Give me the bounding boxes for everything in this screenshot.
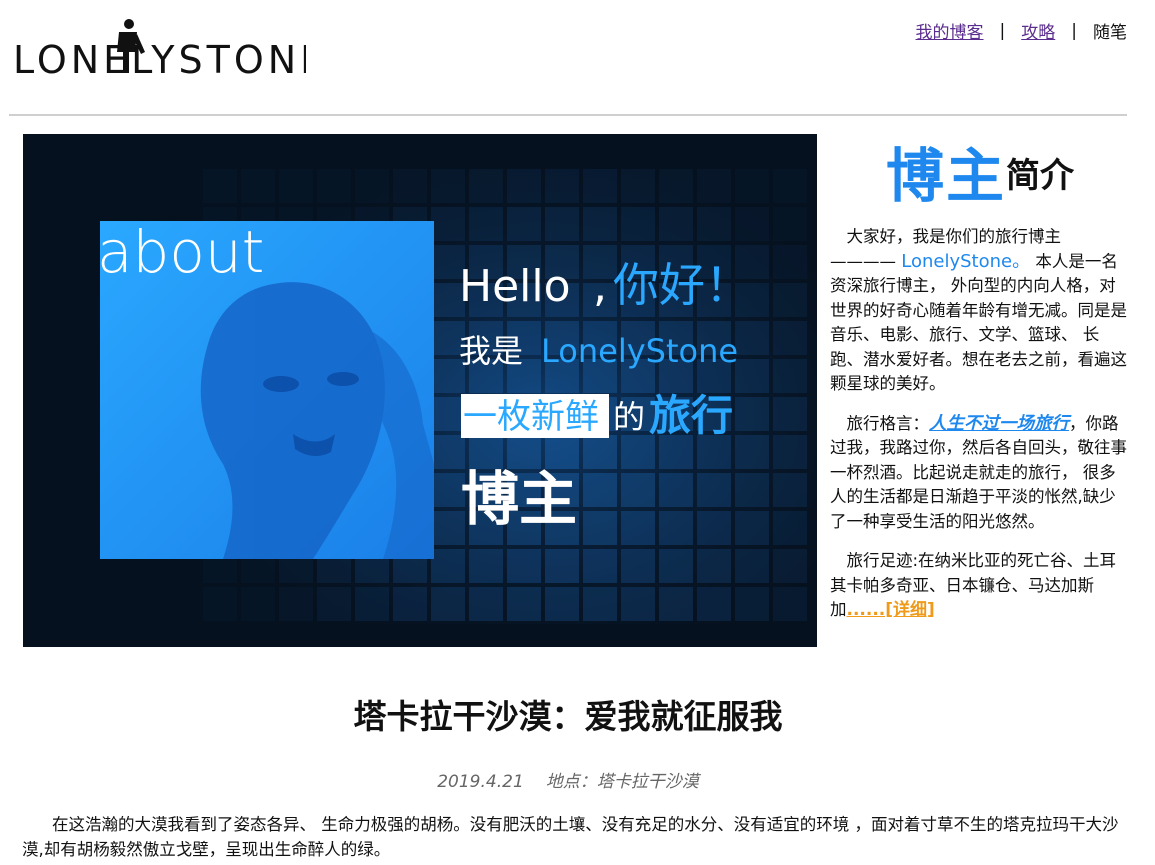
banner-graphic: about Hello , 你好！ 我是 LonelyStone 一枚新鲜 的 … [23, 134, 817, 647]
header-divider [9, 114, 1127, 116]
top-nav: 我的博客 | 攻略 | 随笔 [916, 18, 1127, 44]
article-meta: 2019.4.21 地点：塔卡拉干沙漠 [0, 767, 1136, 792]
about-banner: about Hello , 你好！ 我是 LonelyStone 一枚新鲜 的 … [23, 134, 817, 647]
motto-paragraph: 旅行格言：人生不过一场旅行，你路过我，我路过你，然后各自回头，敬往事一杯烈酒。比… [830, 412, 1130, 535]
article-title[interactable]: 塔卡拉干沙漠：爱我就征服我 [0, 690, 1136, 738]
blogger-intro: 博主简介 大家好，我是你们的旅行博主 ———— LonelyStone。 本人是… [830, 140, 1130, 623]
site-logo[interactable]: LONELYSTONE [11, 18, 324, 82]
banner-lvxing: 旅行 [649, 391, 733, 440]
banner-bozhu: 博主 [461, 465, 577, 533]
nav-my-blog[interactable]: 我的博客 [916, 18, 984, 43]
logo-text: LONELYSTONE [13, 38, 306, 78]
banner-nihao: 你好！ [613, 258, 751, 312]
intro-heading-main: 博主 [885, 142, 1006, 210]
intro-text-post: 本人是一名资深旅行博主， 外向型的内向人格，对世界的好奇心随着年龄有增无减。同是… [830, 251, 1127, 394]
more-details-link[interactable]: ......[详细] [847, 600, 935, 620]
banner-woshi: 我是 [459, 332, 523, 370]
nav-separator: | [999, 20, 1006, 41]
banner-name: LonelyStone [541, 332, 738, 370]
intro-paragraph: 大家好，我是你们的旅行博主 ———— LonelyStone。 本人是一名资深旅… [830, 225, 1130, 397]
banner-de: 的 [613, 398, 645, 436]
nav-guides[interactable]: 攻略 [1021, 18, 1055, 43]
intro-heading: 博主简介 [830, 140, 1130, 210]
banner-about-text: about [97, 218, 264, 286]
banner-hello: Hello [459, 261, 571, 312]
nav-essays[interactable]: 随笔 [1093, 18, 1127, 43]
footprint-paragraph: 旅行足迹:在纳米比亚的死亡谷、土耳其卡帕多奇亚、日本镰仓、马达加斯加......… [830, 549, 1130, 623]
article-body: 在这浩瀚的大漠我看到了姿态各异、 生命力极强的胡杨。没有肥沃的土壤、没有充足的水… [22, 815, 1119, 859]
article-date: 2019.4.21 [437, 772, 524, 792]
motto-label: 旅行格言： [846, 413, 930, 433]
nav-separator: | [1071, 20, 1077, 41]
banner-comma: , [593, 261, 607, 312]
banner-yimei: 一枚新鲜 [463, 397, 599, 437]
article-location: 地点：塔卡拉干沙漠 [545, 772, 699, 792]
motto-link[interactable]: 人生不过一场旅行 [929, 414, 1069, 434]
intro-blogger-name: LonelyStone。 [901, 250, 1031, 272]
intro-heading-sub: 简介 [1006, 156, 1074, 196]
logo-wordmark: LONELYSTONE [13, 19, 324, 82]
